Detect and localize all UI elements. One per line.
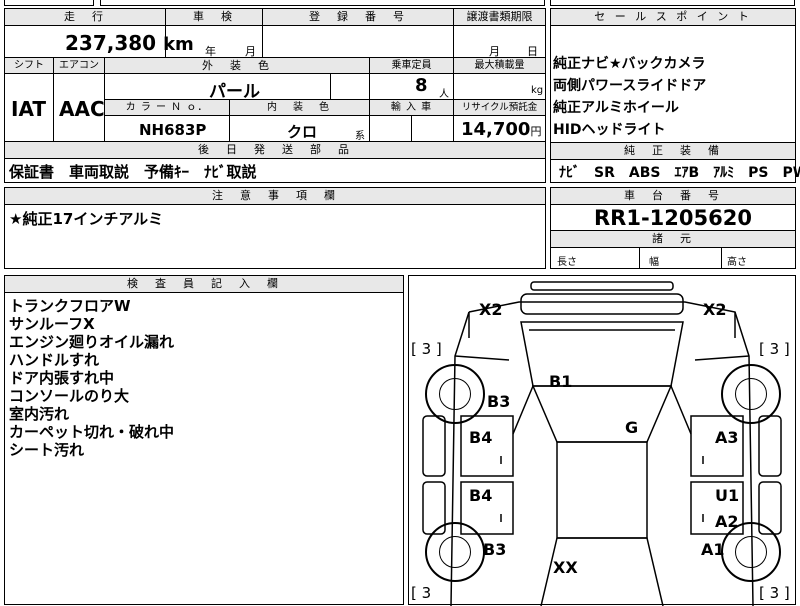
load-unit: kg <box>531 85 544 96</box>
length-label: 長さ <box>557 257 577 268</box>
aircon-header: エアコン <box>54 58 104 73</box>
capacity-header: 乗車定員 <box>370 58 453 73</box>
top-strip-left <box>4 0 94 6</box>
genuine-equipment-header: 純 正 装 備 <box>551 143 795 159</box>
capacity-value: 8 <box>415 75 428 96</box>
mileage-unit: km <box>163 34 194 55</box>
damage-label-b4-front: B4 <box>469 428 493 447</box>
damage-label-b4-rear: B4 <box>469 486 493 505</box>
aircon-value: AAC <box>59 97 105 121</box>
notes-box: 注 意 事 項 欄 ★純正17インチアルミ <box>4 187 546 269</box>
top-strip-mid <box>100 0 545 6</box>
import-header: 輸 入 車 <box>370 100 453 115</box>
tire-grade-front-left: [ 3 ] <box>411 340 442 358</box>
recycle-header: リサイクル預託金 <box>454 100 545 115</box>
tire-rear-right-hub <box>735 536 767 568</box>
registration-header: 登 録 番 号 <box>263 9 453 25</box>
genuine-equipment-value: ﾅﾋﾞ SR ABS ｴｱB ｱﾙﾐ PS PW <box>559 165 800 181</box>
width-label: 幅 <box>649 257 659 268</box>
transfer-deadline-header: 譲渡書類期限 <box>454 9 545 25</box>
recycle-value: 14,700円 <box>461 119 541 140</box>
damage-label-b3-rear: B3 <box>483 540 507 559</box>
capacity-unit: 人 <box>439 89 449 100</box>
damage-label-g: G <box>625 418 639 437</box>
color-no-value: NH683P <box>139 121 207 139</box>
tire-grade-rear-right: [ 3 ] <box>759 584 790 602</box>
sales-points-header: セ ー ル ス ポ イ ン ト <box>551 9 795 25</box>
shift-value: IAT <box>11 97 47 121</box>
damage-label-u1: U1 <box>715 486 740 505</box>
later-parts-header: 後 日 発 送 部 品 <box>5 142 545 158</box>
sales-point-item: 純正ナビ★バックカメラ <box>553 56 706 72</box>
tire-grade-front-right: [ 3 ] <box>759 340 790 358</box>
damage-label-xx: XX <box>553 558 578 577</box>
damage-label-x2-right: X2 <box>703 300 727 319</box>
tire-front-left-hub <box>439 378 471 410</box>
damage-label-a3: A3 <box>715 428 739 447</box>
inspection-header: 車 検 <box>166 9 262 25</box>
notes-header: 注 意 事 項 欄 <box>5 188 545 204</box>
dimensions-header: 諸 元 <box>551 231 795 247</box>
damage-label-a1: A1 <box>701 540 725 559</box>
main-info-table: 走 行 車 検 登 録 番 号 譲渡書類期限 237,380 km 年 月 月 … <box>4 8 546 143</box>
sales-point-item: 純正アルミホイール <box>553 100 679 116</box>
interior-color-header: 内 装 色 <box>230 100 369 115</box>
later-parts-value: 保証書 車両取説 予備ｷｰ ﾅﾋﾞ取説 <box>9 163 257 181</box>
top-strip-right <box>550 0 795 6</box>
sales-point-item: 両側パワースライドドア <box>553 78 707 94</box>
mileage-number: 237,380 <box>65 31 157 55</box>
height-label: 高さ <box>727 257 747 268</box>
chassis-header: 車 台 番 号 <box>551 188 795 204</box>
max-load-header: 最大積載量 <box>454 58 545 73</box>
car-diagram: X2 X2 [ 3 ] [ 3 ] B1 B3 G B4 A3 B4 U1 A2… <box>408 275 796 606</box>
sales-points-box: セ ー ル ス ポ イ ン ト 純正ナビ★バックカメラ 両側パワースライドドア … <box>550 8 800 183</box>
chassis-number: RR1-1205620 <box>594 206 752 230</box>
damage-label-a2: A2 <box>715 512 739 531</box>
later-parts-box: 後 日 発 送 部 品 保証書 車両取説 予備ｷｰ ﾅﾋﾞ取説 <box>4 141 546 183</box>
chassis-box: 車 台 番 号 RR1-1205620 諸 元 長さ 幅 高さ <box>550 187 796 269</box>
sales-point-item: HIDヘッドライト <box>553 122 666 138</box>
shift-header: シフト <box>5 58 53 73</box>
exterior-color-header: 外 装 色 <box>105 58 369 73</box>
damage-label-b3-front: B3 <box>487 392 511 411</box>
inspector-line: シート汚れ <box>9 441 85 459</box>
inspector-header: 検 査 員 記 入 欄 <box>5 276 403 292</box>
damage-label-x2-left: X2 <box>479 300 503 319</box>
tire-rear-left-hub <box>439 536 471 568</box>
interior-suffix: 系 <box>355 131 365 142</box>
mileage-value: 237,380 km <box>65 31 194 55</box>
recycle-unit: 円 <box>530 125 542 138</box>
mileage-header: 走 行 <box>5 9 165 25</box>
tire-front-right-hub <box>735 378 767 410</box>
damage-label-b1: B1 <box>549 372 573 391</box>
notes-value: ★純正17インチアルミ <box>9 210 164 228</box>
recycle-amount: 14,700 <box>461 119 531 140</box>
interior-color-value: クロ <box>287 123 318 141</box>
tire-grade-rear-left: [ 3 <box>411 584 432 602</box>
color-no-header: カ ラ ー Ｎ ｏ． <box>105 100 229 115</box>
inspector-box: 検 査 員 記 入 欄 トランクフロアW サンルーフX エンジン廻りオイル漏れ … <box>4 275 404 605</box>
